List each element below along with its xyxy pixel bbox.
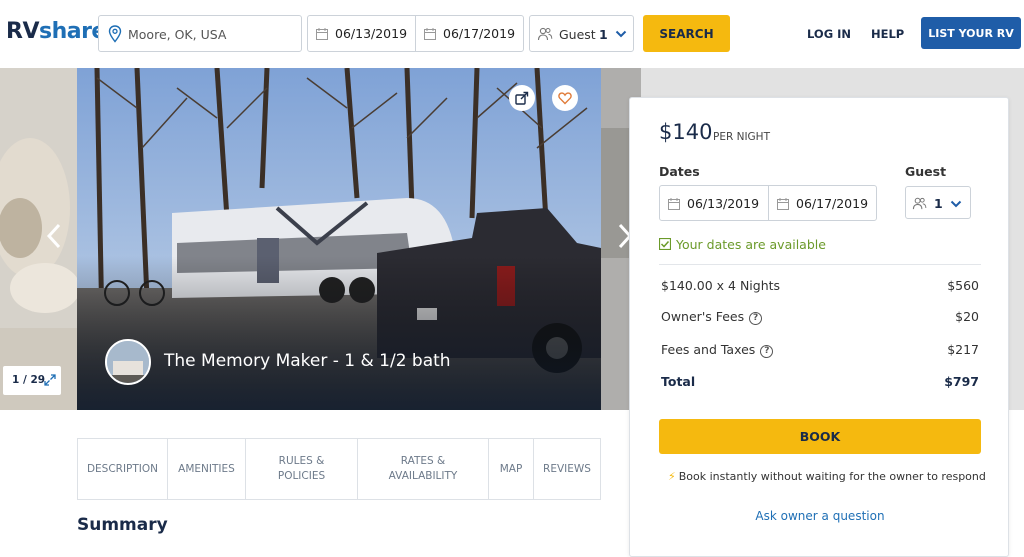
book-button[interactable]: BOOK xyxy=(659,419,981,454)
help-link[interactable]: HELP xyxy=(871,27,904,41)
dates-label: Dates xyxy=(659,164,700,179)
taxes-value: $217 xyxy=(947,342,979,357)
instant-book-note: ⚡ Book instantly without waiting for the … xyxy=(668,470,986,483)
total-label: Total xyxy=(661,374,696,389)
nightly-price: $140 xyxy=(659,120,713,144)
tab-amenities[interactable]: AMENITIES xyxy=(168,439,246,499)
calendar-icon xyxy=(668,198,680,210)
photo-counter-text: 1 / 29 xyxy=(12,374,46,386)
tab-map[interactable]: MAP xyxy=(489,439,534,499)
list-your-rv-button[interactable]: LIST YOUR RV xyxy=(921,17,1021,49)
expand-icon xyxy=(44,374,56,386)
booking-start-date-value: 06/13/2019 xyxy=(687,196,760,211)
divider xyxy=(659,264,981,265)
logo-rv-text: RV xyxy=(6,19,39,44)
photo-counter[interactable]: 1 / 29 xyxy=(3,366,61,395)
tab-description[interactable]: DESCRIPTION xyxy=(78,439,168,499)
previous-photo[interactable] xyxy=(0,68,77,410)
tab-label: MAP xyxy=(499,462,523,475)
summary-heading: Summary xyxy=(77,515,168,535)
arrow-left-icon[interactable] xyxy=(46,223,62,249)
login-link[interactable]: LOG IN xyxy=(807,27,851,41)
share-button[interactable] xyxy=(509,85,535,111)
guests-icon xyxy=(537,27,553,41)
help-icon[interactable]: ? xyxy=(760,345,774,358)
booking-card: $140 PER NIGHT Dates Guest 06/13/2019 06… xyxy=(629,97,1009,557)
top-nav: RVshare 06/13/2019 06/17/2019 Gu xyxy=(0,0,1024,68)
help-icon[interactable]: ? xyxy=(749,312,763,325)
tab-label: RATES & AVAILABILITY xyxy=(388,455,458,482)
booking-end-date[interactable]: 06/17/2019 xyxy=(768,185,877,221)
instant-book-text: Book instantly without waiting for the o… xyxy=(678,470,986,483)
calendar-icon xyxy=(316,28,328,40)
guest-selector[interactable]: Guest 1 xyxy=(529,15,634,52)
price-line-label: $140.00 x 4 Nights xyxy=(661,278,781,293)
listing-title: The Memory Maker - 1 & 1/2 bath xyxy=(164,351,451,371)
price-line-value: $560 xyxy=(947,278,979,293)
listing-tabs: DESCRIPTION AMENITIES RULES & POLICIES R… xyxy=(77,438,601,500)
calendar-icon xyxy=(777,198,789,210)
end-date-field[interactable]: 06/17/2019 xyxy=(415,15,524,52)
calendar-icon xyxy=(424,28,436,40)
rvshare-logo[interactable]: RVshare xyxy=(6,19,106,44)
booking-end-date-value: 06/17/2019 xyxy=(796,196,869,211)
owner-fees-label: Owner's Fees xyxy=(661,309,745,324)
chevron-down-icon xyxy=(950,200,962,208)
favorite-button[interactable] xyxy=(552,85,578,111)
tab-rates-availability[interactable]: RATES & AVAILABILITY xyxy=(358,439,489,499)
guests-icon xyxy=(912,197,927,210)
availability-status: Your dates are available xyxy=(659,237,826,252)
guest-label: Guest xyxy=(905,164,947,179)
check-icon xyxy=(659,238,671,250)
availability-text: Your dates are available xyxy=(676,237,826,252)
lightning-icon: ⚡ xyxy=(668,470,676,483)
tab-label: REVIEWS xyxy=(543,462,591,475)
owner-avatar[interactable] xyxy=(105,339,151,385)
total-value: $797 xyxy=(944,374,979,389)
tab-rules-policies[interactable]: RULES & POLICIES xyxy=(246,439,358,499)
end-date-value: 06/17/2019 xyxy=(443,26,516,41)
share-icon xyxy=(515,91,529,105)
search-button[interactable]: SEARCH xyxy=(643,15,730,52)
start-date-field[interactable]: 06/13/2019 xyxy=(307,15,416,52)
per-night-label: PER NIGHT xyxy=(713,131,770,143)
tab-label: DESCRIPTION xyxy=(86,462,159,475)
location-field[interactable] xyxy=(98,15,302,52)
booking-guest-count: 1 xyxy=(934,196,943,211)
tab-label: RULES & POLICIES xyxy=(277,455,326,482)
chevron-down-icon xyxy=(615,30,627,38)
owner-fees-value: $20 xyxy=(955,309,979,324)
logo-share-text: share xyxy=(38,19,106,44)
ask-owner-link[interactable]: Ask owner a question xyxy=(630,509,1010,523)
tab-reviews[interactable]: REVIEWS xyxy=(534,439,600,499)
booking-guest-selector[interactable]: 1 xyxy=(905,186,971,219)
start-date-value: 06/13/2019 xyxy=(335,26,408,41)
location-input[interactable] xyxy=(128,24,296,44)
tab-label: AMENITIES xyxy=(178,462,235,475)
booking-start-date[interactable]: 06/13/2019 xyxy=(659,185,769,221)
guest-count: 1 xyxy=(599,27,608,42)
map-pin-icon xyxy=(108,25,122,43)
heart-icon xyxy=(558,92,572,105)
guest-label: Guest xyxy=(559,27,596,42)
main-photo[interactable]: The Memory Maker - 1 & 1/2 bath xyxy=(77,68,601,410)
taxes-label: Fees and Taxes xyxy=(661,342,756,357)
